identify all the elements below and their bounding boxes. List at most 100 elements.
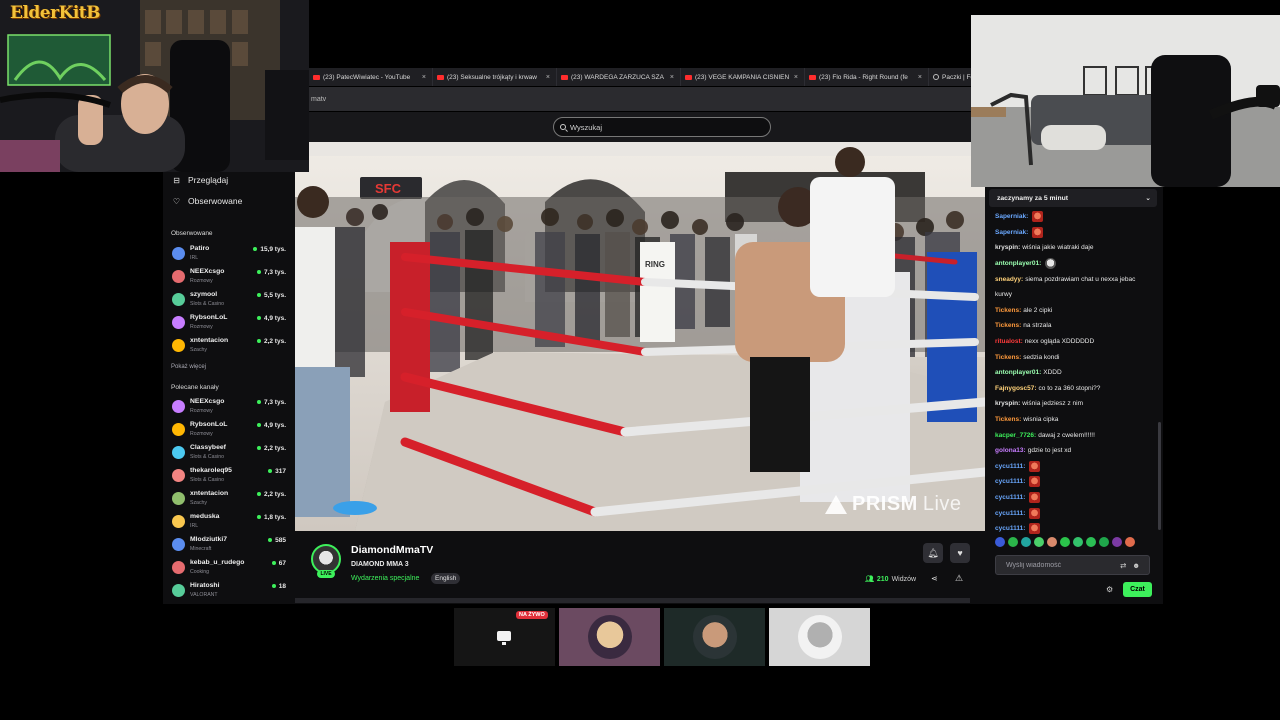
close-tab-icon[interactable]: × — [794, 74, 798, 81]
video-player[interactable]: SFC RING PRISM Live — [295, 142, 985, 531]
chat-username[interactable]: Tickens: — [995, 354, 1021, 361]
screen-share-thumbnail[interactable]: NA ŻYWO — [454, 608, 555, 666]
share-icon[interactable]: ⋖ — [931, 574, 938, 583]
nav-browse-link[interactable]: ⊟ Przeglądaj — [172, 175, 228, 185]
address-bar[interactable]: matv — [309, 87, 971, 111]
chat-message-input[interactable] — [1006, 561, 1114, 569]
channel-viewer-count: 2,2 tys. — [256, 338, 286, 345]
emoji-icon[interactable]: ☻ — [1132, 561, 1140, 570]
close-tab-icon[interactable]: × — [546, 74, 550, 81]
chat-username[interactable]: cycu1111: — [995, 510, 1025, 517]
chat-scrollbar[interactable] — [1158, 422, 1161, 530]
browser-tab[interactable]: (23) PatecWiwiatec - YouTube × — [309, 68, 433, 86]
emote-shortcut-icon[interactable] — [1099, 537, 1109, 547]
browser-tab[interactable]: (23) WARDEGA ZARZUCA SZA × — [557, 68, 681, 86]
translate-icon[interactable]: ⇄ — [1120, 561, 1126, 570]
participant-thumbnail-4[interactable] — [769, 608, 870, 666]
chat-username[interactable]: antonplayer01: — [995, 260, 1041, 267]
channel-viewer-value: 15,9 tys. — [260, 246, 286, 253]
sidebar-channel[interactable]: RybsonLoL Rozmowy 4,9 tys. — [163, 419, 295, 442]
emote-shortcut-icon[interactable] — [995, 537, 1005, 547]
chat-username[interactable]: Saperniak: — [995, 213, 1028, 220]
emote-shortcut-icon[interactable] — [1060, 537, 1070, 547]
sidebar-channel[interactable]: thekaroleq95 Slots & Casino 317 — [163, 465, 295, 488]
close-tab-icon[interactable]: × — [670, 74, 674, 81]
browser-tab[interactable]: (23) Seksualne trójkąty i krwaw × — [433, 68, 557, 86]
browser-tab[interactable]: Paczki | Fo — [929, 68, 971, 86]
chat-username[interactable]: cycu1111: — [995, 463, 1025, 470]
sidebar-channel[interactable]: Mlodziutki7 Minecraft 585 — [163, 534, 295, 557]
browse-icon: ⊟ — [173, 175, 180, 185]
sidebar-channel[interactable]: xntentacion Szachy 2,2 tys. — [163, 335, 295, 358]
follow-button[interactable]: ♥ — [950, 543, 970, 563]
emote-shortcut-icon[interactable] — [1008, 537, 1018, 547]
chat-username[interactable]: cycu1111: — [995, 478, 1025, 485]
streamer-name[interactable]: DiamondMmaTV — [351, 544, 433, 556]
channel-viewer-value: 4,9 tys. — [263, 315, 286, 322]
chat-input-box[interactable]: ⇄ ☻ — [995, 555, 1150, 575]
chat-username[interactable]: Saperniak: — [995, 229, 1028, 236]
chat-message: cycu1111: — [995, 505, 1153, 521]
chat-username[interactable]: sneadyy: — [995, 276, 1023, 283]
chat-message: cycu1111: — [995, 459, 1153, 475]
close-tab-icon[interactable]: × — [422, 74, 426, 81]
participant-thumbnail-2[interactable] — [559, 608, 660, 666]
chat-username[interactable]: kryspin: — [995, 244, 1020, 251]
chevron-down-icon[interactable]: ⌄ — [1145, 194, 1151, 202]
emote-shortcut-icon[interactable] — [1112, 537, 1122, 547]
live-dot-icon — [256, 400, 261, 405]
stream-info-bar: LIVE DiamondMmaTV DIAMOND MMA 3 Wydarzen… — [295, 531, 985, 604]
chat-username[interactable]: kacper_7726: — [995, 432, 1036, 439]
close-tab-icon[interactable]: × — [918, 74, 922, 81]
stream-language-tag[interactable]: English — [431, 573, 461, 584]
report-icon[interactable]: ⚠ — [955, 573, 963, 584]
chat-username[interactable]: Fajnygosc57: — [995, 385, 1037, 392]
emote-shortcut-icon[interactable] — [1034, 537, 1044, 547]
chat-username[interactable]: cycu1111: — [995, 494, 1025, 501]
chat-username[interactable]: Tickens: — [995, 416, 1021, 423]
search-input[interactable] — [570, 122, 750, 132]
chat-username[interactable]: ritualost: — [995, 338, 1023, 345]
emote-shortcut-icon[interactable] — [1021, 537, 1031, 547]
channel-avatar — [172, 561, 185, 574]
emote-shortcut-icon[interactable] — [1047, 537, 1057, 547]
show-more-link[interactable]: Pokaż więcej — [171, 364, 206, 370]
chat-username[interactable]: golona13: — [995, 447, 1026, 454]
chat-username[interactable]: kryspin: — [995, 400, 1020, 407]
emote-shortcut-icon[interactable] — [1086, 537, 1096, 547]
youtube-icon — [685, 74, 692, 80]
sidebar-channel[interactable]: NEEXcsgo Rozmowy 7,3 tys. — [163, 396, 295, 419]
sidebar-channel[interactable]: Hiratoshi VALORANT 18 — [163, 580, 295, 603]
chat-username[interactable]: Tickens: — [995, 307, 1021, 314]
participant-thumbnail-3[interactable] — [664, 608, 765, 666]
sidebar-channel[interactable]: kebab_u_rudego Cooking 67 — [163, 557, 295, 580]
participant-avatar-2 — [588, 615, 632, 659]
sidebar-channel[interactable]: Patiro IRL 15,9 tys. — [163, 243, 295, 266]
youtube-icon — [561, 74, 568, 80]
emote-shortcut-icon[interactable] — [1125, 537, 1135, 547]
channel-category: Rozmowy — [190, 431, 213, 437]
browser-tab[interactable]: (23) Flo Rida - Right Round (fe × — [805, 68, 929, 86]
chat-text: nexx ogląda XDDDDDD — [1024, 338, 1095, 346]
chat-username[interactable]: antonplayer01: — [995, 369, 1041, 376]
chat-username[interactable]: Tickens: — [995, 322, 1021, 329]
chat-username[interactable]: cycu1111: — [995, 525, 1025, 532]
sidebar-channel[interactable]: xntentacion Szachy 2,2 tys. — [163, 488, 295, 511]
notification-bell-button[interactable]: 🔔︎ — [923, 543, 943, 563]
chat-message: cycu1111: — [995, 474, 1153, 490]
stream-category-link[interactable]: Wydarzenia specjalne — [351, 575, 419, 582]
search-bar[interactable] — [553, 117, 771, 137]
emote-shortcut-icon[interactable] — [1073, 537, 1083, 547]
chat-send-button[interactable]: Czat — [1123, 582, 1152, 597]
gear-icon[interactable]: ⚙ — [1106, 585, 1113, 594]
chat-message: kurwy — [995, 287, 1153, 303]
sidebar-channel[interactable]: NEEXcsgo Rozmowy 7,3 tys. — [163, 266, 295, 289]
browser-tab[interactable]: (23) VEGE KAMPANIA CIŚNIEN × — [681, 68, 805, 86]
nav-following-link[interactable]: ♡ Obserwowane — [172, 196, 242, 206]
sidebar-channel[interactable]: Classybeef Slots & Casino 2,2 tys. — [163, 442, 295, 465]
sidebar-channel[interactable]: szymool Slots & Casino 5,5 tys. — [163, 289, 295, 312]
pinned-message[interactable]: zaczynamy za 5 minut ⌄ — [989, 189, 1157, 207]
sidebar-channel[interactable]: meduska IRL 1,8 tys. — [163, 511, 295, 534]
sidebar-channel[interactable]: RybsonLoL Rozmowy 4,9 tys. — [163, 312, 295, 335]
viewer-count-value: 210 — [876, 575, 889, 583]
